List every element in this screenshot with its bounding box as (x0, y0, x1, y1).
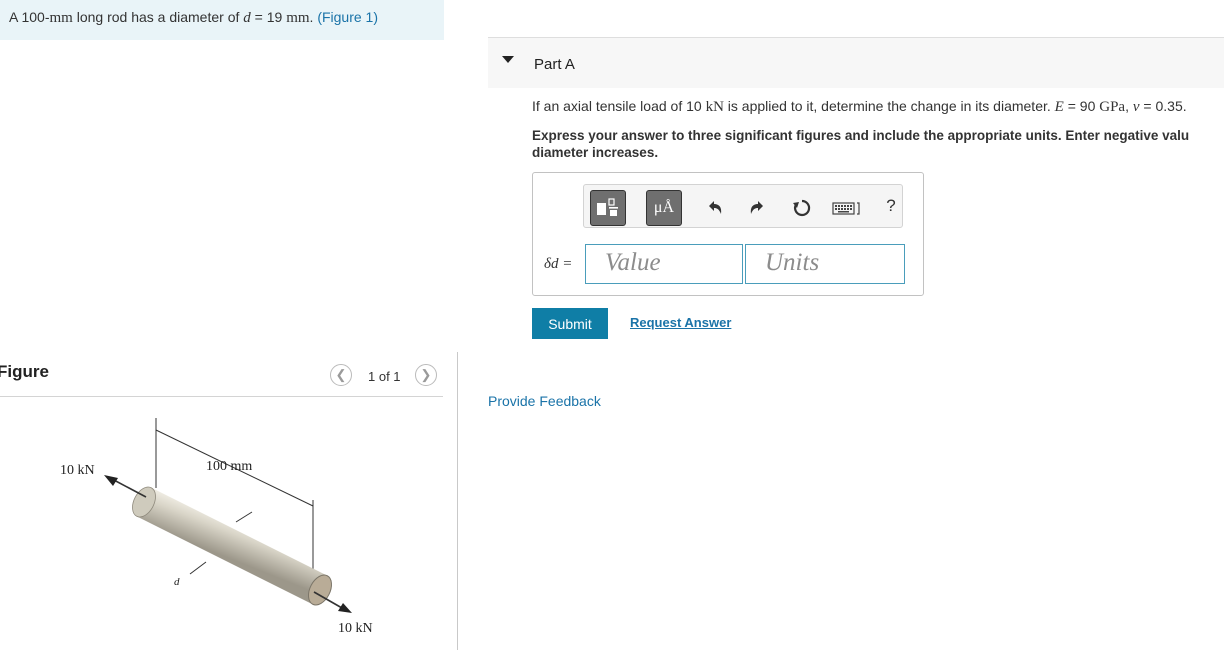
provide-feedback-link[interactable]: Provide Feedback (488, 393, 601, 409)
question-before: If an axial tensile load of 10 (532, 98, 706, 114)
caret-down-icon (502, 56, 514, 63)
undo-icon[interactable] (704, 197, 726, 219)
problem-equals-value: = 19 (250, 9, 287, 25)
diameter-label: d (174, 576, 180, 588)
figure-page-indicator: 1 of 1 (368, 369, 401, 384)
instructions-line-2: diameter increases. (532, 145, 659, 160)
load-arrow-left (104, 475, 147, 498)
problem-unit-mm-2: mm (286, 10, 310, 26)
problem-var-d: d (243, 10, 251, 26)
load-left-label: 10 kN (60, 463, 95, 478)
prev-figure-button[interactable]: ❮ (330, 364, 352, 386)
math-toolbar: μÅ ? (583, 184, 903, 228)
problem-text-before: A 100- (9, 9, 50, 25)
next-figure-button[interactable]: ❯ (415, 364, 437, 386)
question-unit-kn: kN (705, 99, 724, 115)
units-button[interactable]: μÅ (646, 190, 682, 226)
part-a-header[interactable]: Part A (488, 37, 1224, 88)
length-label: 100 mm (206, 459, 252, 474)
question-var-nu: v (1132, 99, 1140, 115)
figure-title: Figure (0, 362, 49, 381)
chevron-left-icon: ❮ (335, 367, 347, 382)
keyboard-icon[interactable] (832, 197, 862, 219)
figure-link[interactable]: (Figure 1) (317, 9, 378, 25)
problem-statement: A 100-mm long rod has a diameter of d = … (9, 9, 378, 27)
templates-button[interactable] (590, 190, 626, 226)
question-e-value: = 90 (1063, 98, 1100, 114)
instructions-line-1: Express your answer to three significant… (532, 128, 1190, 143)
question-unit-gpa: GPa (1099, 99, 1126, 115)
problem-unit-mm: mm (49, 10, 73, 26)
question-comma: , (1125, 98, 1133, 114)
answer-label: δd = (544, 255, 572, 273)
redo-icon[interactable] (746, 197, 768, 219)
figure-divider (0, 396, 443, 397)
part-a-title: Part A (534, 56, 575, 73)
question-mid: is applied to it, determine the change i… (723, 98, 1055, 114)
value-input[interactable]: Value (585, 244, 743, 284)
help-icon[interactable]: ? (880, 195, 902, 217)
request-answer-link[interactable]: Request Answer (630, 315, 731, 330)
question-text: If an axial tensile load of 10 kN is app… (532, 98, 1187, 116)
units-icon: μÅ (653, 199, 675, 216)
delta-d-label: δd = (544, 256, 573, 272)
submit-button[interactable]: Submit (532, 308, 608, 339)
reset-icon[interactable] (791, 197, 813, 219)
answer-instructions: Express your answer to three significant… (532, 127, 1224, 161)
templates-icon (597, 198, 618, 216)
problem-banner: A 100-mm long rod has a diameter of d = … (0, 0, 444, 40)
question-nu-value: = 0.35. (1139, 98, 1187, 114)
load-right-label: 10 kN (338, 621, 373, 636)
column-divider (457, 352, 458, 650)
problem-text-middle: long rod has a diameter of (72, 9, 244, 25)
units-input[interactable]: Units (745, 244, 905, 284)
rod-figure: 10 kN 100 mm d 10 kN (60, 418, 373, 636)
question-var-e: E (1054, 99, 1064, 115)
chevron-right-icon: ❯ (420, 367, 432, 382)
